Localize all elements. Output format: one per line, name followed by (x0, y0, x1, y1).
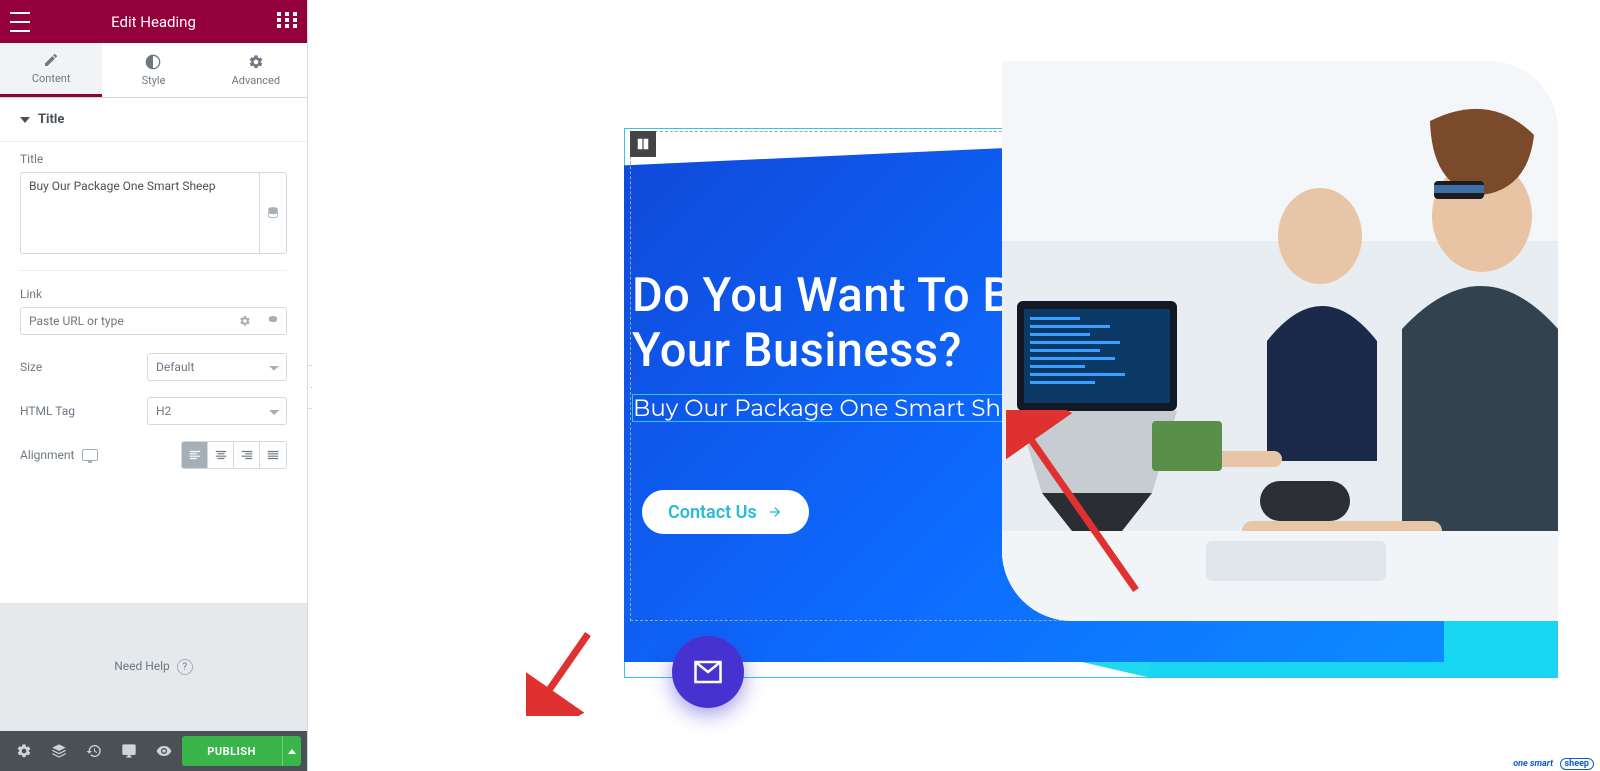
panel-footer: PUBLISH (0, 731, 307, 771)
align-right-button[interactable] (234, 442, 260, 468)
layers-icon (51, 743, 67, 759)
link-options-button[interactable] (231, 307, 259, 335)
history-button[interactable] (76, 731, 111, 771)
caret-down-icon (20, 117, 30, 123)
need-help-link[interactable]: Need Help (114, 659, 170, 673)
eye-icon (156, 743, 172, 759)
contrast-icon (145, 54, 161, 70)
gear-icon (248, 54, 264, 70)
pencil-icon (43, 52, 59, 68)
menu-icon[interactable] (10, 12, 30, 32)
history-icon (86, 743, 102, 759)
watermark-tag: sheep (1560, 758, 1594, 770)
htmltag-label: HTML Tag (20, 404, 75, 418)
size-label: Size (20, 360, 42, 374)
link-dynamic-button[interactable] (259, 307, 287, 335)
tab-content[interactable]: Content (0, 43, 102, 97)
column-handle[interactable] (630, 131, 656, 157)
size-select[interactable]: Default (147, 353, 287, 381)
alignment-control: Alignment (0, 433, 307, 477)
section-title-toggle[interactable]: Title (0, 98, 307, 142)
link-control: Link (0, 277, 307, 345)
controls-scroll: Title Title Link Size Default (0, 98, 307, 603)
responsive-button[interactable] (111, 731, 146, 771)
navigator-button[interactable] (41, 731, 76, 771)
htmltag-control: HTML Tag H2 (0, 389, 307, 433)
widgets-icon[interactable] (277, 12, 297, 32)
panel-header: Edit Heading (0, 0, 307, 43)
envelope-icon (693, 657, 723, 687)
column-icon (636, 137, 650, 151)
title-control: Title (0, 142, 307, 264)
help-icon[interactable]: ? (177, 659, 193, 675)
tab-advanced[interactable]: Advanced (205, 43, 307, 97)
monitor-icon (121, 743, 137, 759)
panel-tabs: Content Style Advanced (0, 43, 307, 98)
link-label: Link (20, 287, 287, 301)
title-label: Title (20, 152, 287, 166)
database-icon (267, 315, 279, 327)
align-center-button[interactable] (208, 442, 234, 468)
gear-icon (239, 315, 251, 327)
alignment-label: Alignment (20, 448, 74, 462)
editor-panel: Edit Heading Content Style Advanced Titl… (0, 0, 308, 771)
title-textarea[interactable] (20, 172, 259, 254)
publish-options-button[interactable] (282, 736, 301, 766)
preview-canvas: ＋ ⋮⋮⋮ ✕ Do You Want To Boost Your Busine… (312, 0, 1600, 747)
publish-button[interactable]: PUBLISH (182, 736, 282, 766)
heading-text: Buy Our Package One Smart Sheep (633, 394, 1046, 422)
watermark: one smart sheep (1509, 758, 1594, 769)
responsive-icon[interactable] (82, 449, 98, 461)
link-input[interactable] (20, 307, 231, 335)
panel-title: Edit Heading (30, 13, 277, 31)
alignment-group (181, 441, 287, 469)
align-left-button[interactable] (182, 442, 208, 468)
size-control: Size Default (0, 345, 307, 389)
align-justify-button[interactable] (260, 442, 286, 468)
chat-fab[interactable] (672, 636, 744, 708)
contact-us-button[interactable]: Contact Us (642, 490, 809, 534)
annotation-arrow-2 (526, 626, 596, 716)
gear-icon (16, 743, 32, 759)
hero-photo (1002, 61, 1558, 621)
settings-button[interactable] (6, 731, 41, 771)
help-zone: Need Help ? (0, 603, 307, 732)
watermark-brand: one smart (1509, 759, 1557, 769)
caret-up-icon (288, 749, 296, 754)
arrow-right-icon (767, 504, 783, 520)
preview-button[interactable] (146, 731, 181, 771)
tab-style[interactable]: Style (102, 43, 204, 97)
database-icon (266, 206, 280, 220)
htmltag-select[interactable]: H2 (147, 397, 287, 425)
dynamic-tags-button[interactable] (259, 172, 287, 254)
